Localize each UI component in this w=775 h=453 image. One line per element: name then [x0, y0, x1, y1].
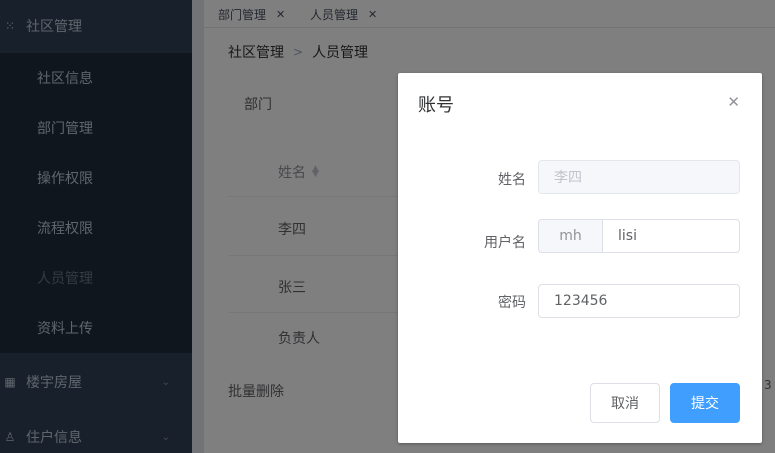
username-field[interactable]: lisi: [602, 219, 740, 253]
password-label: 密码: [498, 295, 526, 311]
submit-button[interactable]: 提交: [670, 383, 740, 423]
password-field[interactable]: 123456: [538, 284, 740, 318]
username-prefix: mh: [538, 219, 602, 253]
username-value: lisi: [618, 228, 637, 244]
close-icon[interactable]: ✕: [727, 93, 740, 111]
password-value: 123456: [554, 293, 608, 309]
username-label: 用户名: [484, 235, 526, 251]
account-dialog: 账号 ✕ 姓名 李四 用户名 mh lisi 密码 123456 取消 提交: [398, 73, 762, 443]
dialog-title: 账号: [418, 95, 454, 116]
cancel-button[interactable]: 取消: [590, 383, 660, 423]
name-value: 李四: [554, 170, 582, 186]
name-field: 李四: [538, 160, 740, 194]
name-label: 姓名: [498, 172, 526, 188]
username-input-group: mh lisi: [538, 219, 740, 253]
